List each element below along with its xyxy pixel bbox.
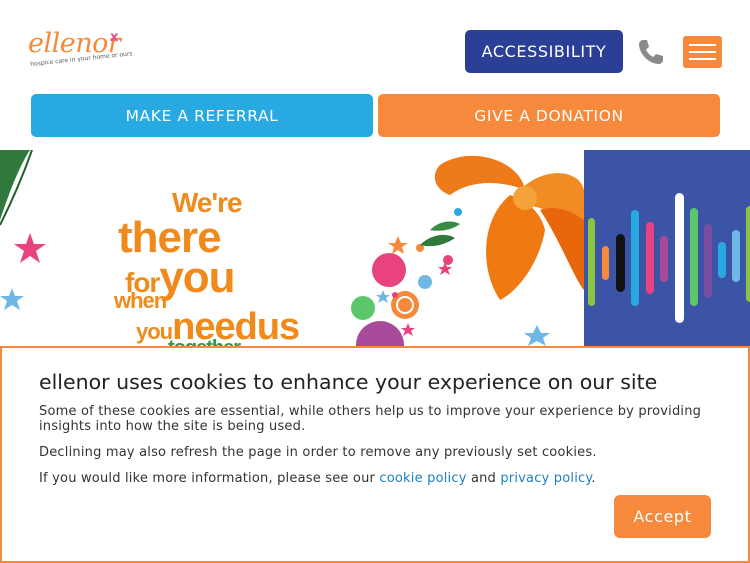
cookie-banner-title: ellenor uses cookies to enhance your exp… <box>39 370 658 394</box>
accept-cookies-button[interactable]: Accept <box>614 495 711 538</box>
more-info-text: If you would like more information, plea… <box>39 471 380 486</box>
give-donation-button[interactable]: GIVE A DONATION <box>378 94 720 137</box>
cookie-paragraph-refresh: Declining may also refresh the page in o… <box>39 445 597 460</box>
audio-visualiser-panel <box>584 150 750 350</box>
make-referral-button[interactable]: MAKE A REFERRAL <box>31 94 373 137</box>
menu-bar <box>689 58 716 60</box>
cookie-paragraph-more-info: If you would like more information, plea… <box>39 471 719 486</box>
phone-icon[interactable] <box>636 37 666 67</box>
cookie-paragraph-essential: Some of these cookies are essential, whi… <box>39 404 702 434</box>
accessibility-button[interactable]: ACCESSIBILITY <box>465 30 623 73</box>
menu-bar <box>689 51 716 53</box>
cookie-policy-link[interactable]: cookie policy <box>379 471 466 486</box>
logo-mark: x <box>110 30 119 45</box>
site-header: ellenor x hospice care in your home or o… <box>0 0 750 150</box>
more-info-text: . <box>591 471 596 486</box>
cookie-consent-banner: ellenor uses cookies to enhance your exp… <box>0 346 750 563</box>
privacy-policy-link[interactable]: privacy policy <box>500 471 591 486</box>
sound-wave-icon <box>588 193 750 323</box>
more-info-text: and <box>466 471 501 486</box>
hamburger-menu-icon[interactable] <box>683 36 722 68</box>
ellenor-logo[interactable]: ellenor x hospice care in your home or o… <box>28 28 133 78</box>
hero-banner: We're there foryou when youneedus togeth… <box>0 150 750 350</box>
menu-bar <box>689 44 716 46</box>
